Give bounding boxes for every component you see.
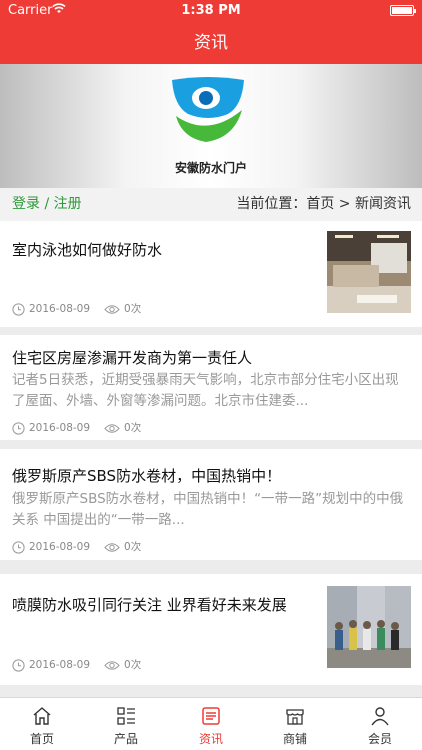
list-item[interactable]: 室内泳池如何做好防水 2016-08-09 0次 [0,221,422,327]
news-thumbnail[interactable] [327,231,411,313]
tab-label: 会员 [367,732,392,746]
news-icon [202,707,220,725]
brand-logo-icon [172,77,244,142]
list-item[interactable]: 住宅区房屋渗漏开发商为第一责任人 记者5日获悉，近期受强暴雨天气影响，北京市部分… [0,335,422,440]
tab-label: 资讯 [198,732,223,746]
news-meta: 2016-08-09 0次 [12,420,141,435]
list-item[interactable]: 俄罗斯原产SBS防水卷材，中国热销中！ 俄罗斯原产SBS防水卷材，中国热销中！“… [0,449,422,560]
news-summary: 俄罗斯原产SBS防水卷材，中国热销中！“一带一路”规划中的中俄关系 中国提出的“… [12,491,404,528]
clock-icon [12,540,25,554]
news-date: 2016-08-09 [29,659,91,671]
user-icon [371,707,389,726]
tab-bar: 首页 产品 资讯 商铺 会员 [0,697,422,750]
tab-home[interactable]: 首页 [0,698,84,750]
news-views: 0次 [124,303,142,315]
status-bar: Carrier 1:38 PM [0,0,422,22]
clock-icon [12,421,25,435]
tab-label: 商铺 [282,732,307,746]
news-date: 2016-08-09 [29,303,91,315]
tab-member[interactable]: 会员 [338,698,422,750]
eye-icon [104,423,120,433]
banner-logo-text: 安徽防水门户 [174,161,247,175]
clock: 1:38 PM [181,3,241,18]
news-views: 0次 [124,541,142,553]
store-icon [286,709,304,725]
location-bar: 登录 / 注册 当前位置：首页 > 新闻资讯 [0,188,422,221]
tab-label: 产品 [113,732,138,746]
news-views: 0次 [124,659,142,671]
news-title[interactable]: 室内泳池如何做好防水 [12,239,162,260]
news-date: 2016-08-09 [29,422,91,434]
battery-icon [390,5,416,16]
eye-icon [104,304,120,314]
home-icon [33,707,51,725]
eye-icon [104,542,120,552]
news-thumbnail[interactable] [327,586,411,668]
news-views: 0次 [124,422,142,434]
tab-products[interactable]: 产品 [84,698,168,750]
news-title[interactable]: 俄罗斯原产SBS防水卷材，中国热销中！ [12,465,281,486]
nav-bar: 资讯 [0,22,422,64]
banner[interactable]: 安徽防水门户 [0,64,422,188]
news-date: 2016-08-09 [29,541,91,553]
clock-icon [12,302,25,316]
product-grid-icon [117,707,135,725]
news-meta: 2016-08-09 0次 [12,657,141,672]
breadcrumb: 当前位置：首页 > 新闻资讯 [236,196,411,212]
page-title: 资讯 [194,33,228,53]
login-register-link[interactable]: 登录 / 注册 [12,188,82,221]
clock-icon [12,658,25,672]
tab-news[interactable]: 资讯 [169,698,253,750]
tab-label: 首页 [29,732,54,746]
news-meta: 2016-08-09 0次 [12,539,141,554]
news-title[interactable]: 喷膜防水吸引同行关注 业界看好未来发展 [12,594,287,615]
news-summary: 记者5日获悉，近期受强暴雨天气影响，北京市部分住宅小区出现了屋面、外墙、外窗等渗… [12,372,399,409]
list-item[interactable]: 喷膜防水吸引同行关注 业界看好未来发展 2016-08-09 0次 [0,574,422,685]
news-meta: 2016-08-09 0次 [12,301,141,316]
tab-store[interactable]: 商铺 [253,698,337,750]
eye-icon [104,660,120,670]
news-title[interactable]: 住宅区房屋渗漏开发商为第一责任人 [12,347,252,368]
